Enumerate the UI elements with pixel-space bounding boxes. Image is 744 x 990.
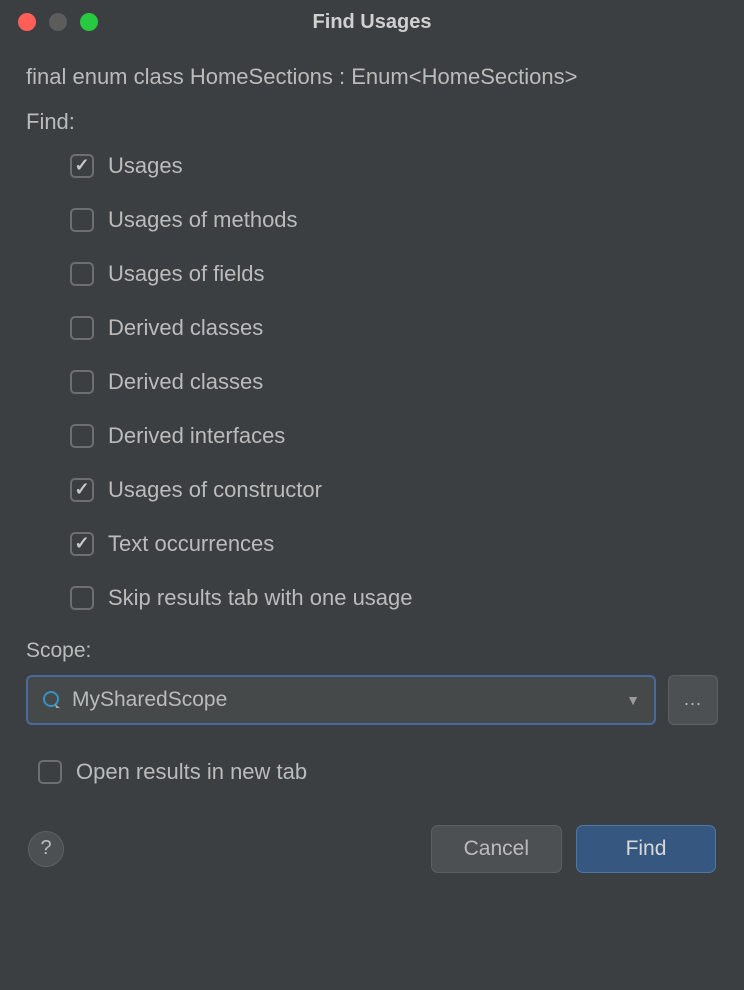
checkbox-label: Skip results tab with one usage bbox=[108, 585, 413, 611]
find-button[interactable]: Find bbox=[576, 825, 716, 873]
checkbox-skip-results-tab[interactable] bbox=[70, 586, 94, 610]
checkbox-usages-of-methods[interactable] bbox=[70, 208, 94, 232]
checkbox-label: Open results in new tab bbox=[76, 759, 307, 785]
option-derived-classes-2[interactable]: Derived classes bbox=[70, 369, 718, 395]
checkbox-derived-classes-1[interactable] bbox=[70, 316, 94, 340]
checkbox-label: Usages bbox=[108, 153, 183, 179]
scope-section: Scope: MySharedScope ▼ ... bbox=[26, 639, 718, 725]
scope-value: MySharedScope bbox=[72, 688, 227, 712]
option-usages[interactable]: Usages bbox=[70, 153, 718, 179]
cancel-button[interactable]: Cancel bbox=[431, 825, 562, 873]
checkbox-open-new-tab[interactable] bbox=[38, 760, 62, 784]
option-skip-results-tab[interactable]: Skip results tab with one usage bbox=[70, 585, 718, 611]
checkbox-usages[interactable] bbox=[70, 154, 94, 178]
checkbox-derived-interfaces[interactable] bbox=[70, 424, 94, 448]
checkbox-derived-classes-2[interactable] bbox=[70, 370, 94, 394]
window-title: Find Usages bbox=[313, 11, 432, 34]
dialog-content: final enum class HomeSections : Enum<Hom… bbox=[0, 44, 744, 895]
chevron-down-icon: ▼ bbox=[626, 692, 640, 708]
scope-row: MySharedScope ▼ ... bbox=[26, 675, 718, 725]
checkbox-label: Usages of methods bbox=[108, 207, 298, 233]
scope-shared-icon bbox=[42, 690, 62, 710]
close-window-button[interactable] bbox=[18, 13, 36, 31]
minimize-window-button[interactable] bbox=[49, 13, 67, 31]
option-usages-of-constructor[interactable]: Usages of constructor bbox=[70, 477, 718, 503]
checkbox-usages-of-fields[interactable] bbox=[70, 262, 94, 286]
option-text-occurrences[interactable]: Text occurrences bbox=[70, 531, 718, 557]
checkbox-label: Text occurrences bbox=[108, 531, 274, 557]
checkbox-label: Usages of constructor bbox=[108, 477, 322, 503]
help-button[interactable]: ? bbox=[28, 831, 64, 867]
find-options-group: Usages Usages of methods Usages of field… bbox=[26, 153, 718, 611]
checkbox-label: Usages of fields bbox=[108, 261, 265, 287]
checkbox-label: Derived classes bbox=[108, 369, 263, 395]
option-derived-interfaces[interactable]: Derived interfaces bbox=[70, 423, 718, 449]
option-usages-of-fields[interactable]: Usages of fields bbox=[70, 261, 718, 287]
checkbox-label: Derived interfaces bbox=[108, 423, 285, 449]
target-element-text: final enum class HomeSections : Enum<Hom… bbox=[26, 62, 718, 93]
scope-label: Scope: bbox=[26, 639, 718, 663]
scope-more-button[interactable]: ... bbox=[668, 675, 718, 725]
maximize-window-button[interactable] bbox=[80, 13, 98, 31]
checkbox-text-occurrences[interactable] bbox=[70, 532, 94, 556]
option-open-new-tab[interactable]: Open results in new tab bbox=[26, 759, 718, 785]
checkbox-label: Derived classes bbox=[108, 315, 263, 341]
checkbox-usages-of-constructor[interactable] bbox=[70, 478, 94, 502]
option-derived-classes-1[interactable]: Derived classes bbox=[70, 315, 718, 341]
traffic-lights bbox=[18, 13, 98, 31]
dialog-footer: ? Cancel Find bbox=[26, 825, 718, 873]
find-section-label: Find: bbox=[26, 109, 718, 135]
scope-select[interactable]: MySharedScope ▼ bbox=[26, 675, 656, 725]
titlebar: Find Usages bbox=[0, 0, 744, 44]
option-usages-of-methods[interactable]: Usages of methods bbox=[70, 207, 718, 233]
